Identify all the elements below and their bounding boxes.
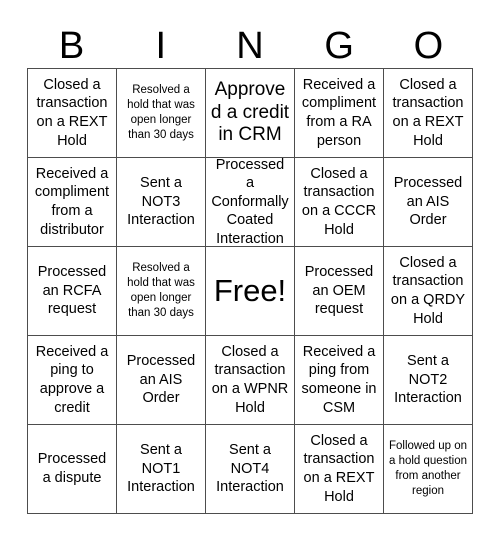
bingo-cell-r3-c5[interactable]: Closed a transaction on a QRDY Hold: [384, 247, 473, 336]
bingo-cell-r3-c2[interactable]: Resolved a hold that was open longer tha…: [117, 247, 206, 336]
bingo-cell-r5-c2[interactable]: Sent a NOT1 Interaction: [117, 425, 206, 514]
bingo-cell-label: Processed a dispute: [37, 451, 107, 486]
bingo-cell-r2-c3[interactable]: Processed a Conformally Coated Interacti…: [206, 158, 295, 247]
bingo-cell-r5-c5[interactable]: Followed up on a hold question from anot…: [384, 425, 473, 514]
bingo-cell-r1-c2[interactable]: Resolved a hold that was open longer tha…: [117, 69, 206, 158]
bingo-cell-r2-c1[interactable]: Received a compliment from a distributor: [28, 158, 117, 247]
bingo-cell-r3-c4[interactable]: Processed an OEM request: [295, 247, 384, 336]
bingo-cell-r1-c4[interactable]: Received a compliment from a RA person: [295, 69, 384, 158]
bingo-cell-label: Approved a credit in CRM: [210, 78, 290, 146]
bingo-cell-r1-c3[interactable]: Approved a credit in CRM: [206, 69, 295, 158]
bingo-cell-label: Free!: [213, 272, 287, 308]
bingo-cell-r5-c3[interactable]: Sent a NOT4 Interaction: [206, 425, 295, 514]
bingo-cell-label: Received a ping from someone in CSM: [301, 343, 377, 416]
bingo-cell-r4-c2[interactable]: Processed an AIS Order: [117, 336, 206, 425]
bingo-header-letter-g: G: [324, 25, 354, 67]
bingo-cell-r1-c1[interactable]: Closed a transaction on a REXT Hold: [28, 69, 117, 158]
bingo-header-letter-o: O: [413, 25, 444, 67]
bingo-header-letter-i: I: [155, 25, 167, 67]
bingo-cell-r4-c5[interactable]: Sent a NOT2 Interaction: [384, 336, 473, 425]
bingo-cell-label: Processed an RCFA request: [37, 264, 107, 318]
bingo-cell-label: Received a compliment from a distributor: [34, 165, 110, 238]
bingo-cell-label: Resolved a hold that was open longer tha…: [127, 262, 195, 319]
bingo-grid: Closed a transaction on a REXT Hold Resol…: [27, 68, 473, 514]
bingo-cell-r1-c5[interactable]: Closed a transaction on a REXT Hold: [384, 69, 473, 158]
bingo-cell-r2-c5[interactable]: Processed an AIS Order: [384, 158, 473, 247]
bingo-cell-r4-c1[interactable]: Received a ping to approve a credit: [28, 336, 117, 425]
bingo-cell-r5-c4[interactable]: Closed a transaction on a REXT Hold: [295, 425, 384, 514]
bingo-cell-label: Followed up on a hold question from anot…: [388, 440, 467, 497]
bingo-cell-label: Received a ping to approve a credit: [35, 343, 109, 416]
bingo-cell-label: Processed an AIS Order: [393, 175, 463, 229]
bingo-cell-label: Closed a transaction on a REXT Hold: [392, 76, 464, 149]
bingo-header: B I N G O: [27, 24, 473, 68]
bingo-cell-r3-c1[interactable]: Processed an RCFA request: [28, 247, 117, 336]
bingo-cell-label: Sent a NOT3 Interaction: [127, 175, 195, 229]
bingo-cell-label: Closed a transaction on a QRDY Hold: [390, 254, 466, 327]
bingo-cell-label: Processed an OEM request: [304, 264, 374, 318]
bingo-cell-label: Processed a Conformally Coated Interacti…: [211, 158, 289, 247]
bingo-cell-label: Sent a NOT1 Interaction: [127, 442, 195, 496]
bingo-header-letter-n: N: [236, 25, 264, 67]
bingo-cell-label: Sent a NOT2 Interaction: [394, 353, 462, 407]
bingo-cell-label: Closed a transaction on a CCCR Hold: [301, 165, 377, 238]
bingo-cell-r2-c4[interactable]: Closed a transaction on a CCCR Hold: [295, 158, 384, 247]
bingo-cell-label: Processed an AIS Order: [126, 353, 196, 407]
bingo-header-letter-b: B: [58, 25, 85, 67]
bingo-cell-r2-c2[interactable]: Sent a NOT3 Interaction: [117, 158, 206, 247]
bingo-cell-r4-c3[interactable]: Closed a transaction on a WPNR Hold: [206, 336, 295, 425]
bingo-cell-label: Sent a NOT4 Interaction: [216, 442, 284, 496]
bingo-cell-r4-c4[interactable]: Received a ping from someone in CSM: [295, 336, 384, 425]
bingo-cell-label: Closed a transaction on a REXT Hold: [303, 432, 375, 505]
bingo-cell-label: Closed a transaction on a WPNR Hold: [211, 343, 289, 416]
bingo-card: B I N G O Closed a transaction on a REXT…: [0, 0, 500, 544]
bingo-cell-r5-c1[interactable]: Processed a dispute: [28, 425, 117, 514]
bingo-free-space[interactable]: Free!: [206, 247, 295, 336]
bingo-cell-label: Received a compliment from a RA person: [301, 76, 377, 149]
bingo-cell-label: Resolved a hold that was open longer tha…: [127, 84, 195, 141]
bingo-cell-label: Closed a transaction on a REXT Hold: [36, 76, 108, 149]
